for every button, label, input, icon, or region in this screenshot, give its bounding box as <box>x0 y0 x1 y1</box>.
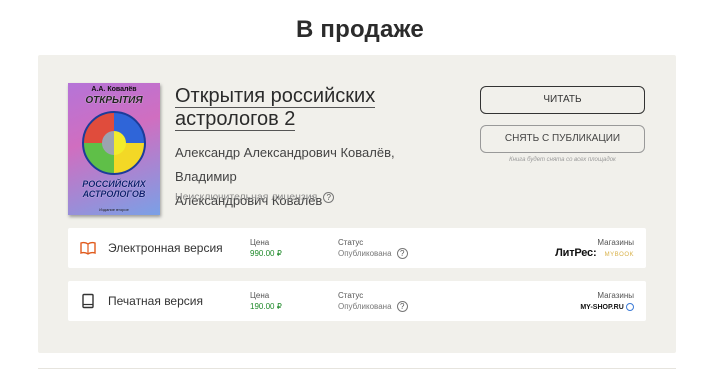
zodiac-wheel-image <box>82 111 146 175</box>
ebook-stores: Магазины ЛитРес: MYBOOK <box>555 238 634 261</box>
page-title: В продаже <box>296 16 424 43</box>
ebook-label: Электронная версия <box>108 241 223 255</box>
license-label: Неисключительная лицензия <box>175 191 318 203</box>
version-row-ebook: Электронная версия Цена 990.00 ₽ Статус … <box>68 228 646 268</box>
book-title-link[interactable]: Открытия российских астрологов 2 <box>175 85 395 131</box>
unpublish-note: Книга будет снята со всех площадок <box>509 157 616 163</box>
cover-title-top: ОТКРЫТИЯ <box>85 95 143 106</box>
ebook-status-value: Опубликована <box>338 249 392 258</box>
print-stores: Магазины MY-SHOP.RU <box>580 291 634 311</box>
license-info: Неисключительная лицензия ? <box>175 191 335 203</box>
cover-author: А.А. Ковалёв <box>91 86 137 93</box>
print-status: Статус Опубликована ? <box>338 290 408 313</box>
book-open-icon <box>80 241 96 255</box>
book-title-text: Открытия российских астрологов 2 <box>175 85 376 131</box>
print-label: Печатная версия <box>108 294 203 308</box>
unpublish-button[interactable]: Снять с публикации <box>480 125 645 153</box>
ebook-price: Цена 990.00 ₽ <box>250 238 282 258</box>
version-row-print: Печатная версия Цена 190.00 ₽ Статус Опу… <box>68 281 646 321</box>
read-button[interactable]: Читать <box>480 86 645 114</box>
store-litres-logo[interactable]: ЛитРес: <box>555 247 596 259</box>
store-myshop-logo[interactable]: MY-SHOP.RU <box>580 304 623 311</box>
print-status-value: Опубликована <box>338 302 392 311</box>
print-price: Цена 190.00 ₽ <box>250 291 282 311</box>
print-price-value: 190.00 ₽ <box>250 302 282 311</box>
sale-panel: А.А. Ковалёв ОТКРЫТИЯ РОССИЙСКИХ АСТРОЛО… <box>38 55 676 353</box>
book-cover[interactable]: А.А. Ковалёв ОТКРЫТИЯ РОССИЙСКИХ АСТРОЛО… <box>68 83 160 215</box>
cover-title-bottom: РОССИЙСКИХ АСТРОЛОГОВ <box>82 179 146 199</box>
book-closed-icon <box>82 293 94 309</box>
store-mybook-logo[interactable]: MYBOOK <box>605 250 634 261</box>
help-icon[interactable]: ? <box>323 191 335 203</box>
cover-edition: Издание второе <box>99 207 129 212</box>
help-icon[interactable]: ? <box>396 248 408 260</box>
help-icon[interactable]: ? <box>396 301 408 313</box>
ebook-price-value: 990.00 ₽ <box>250 249 282 258</box>
divider <box>38 368 676 369</box>
myshop-globe-icon <box>626 302 634 311</box>
ebook-status: Статус Опубликована ? <box>338 237 408 260</box>
